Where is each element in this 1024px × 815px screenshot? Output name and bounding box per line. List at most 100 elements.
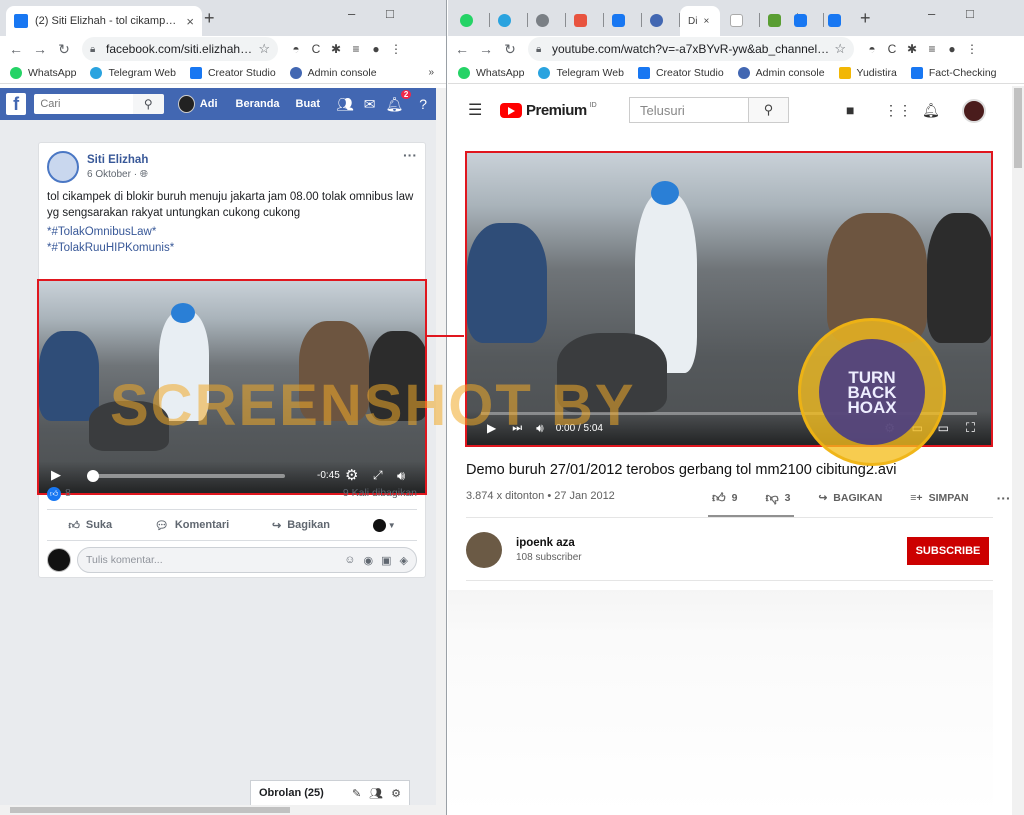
camera-icon[interactable]: ◉ — [364, 554, 374, 567]
bookmark-admin-console[interactable]: Admin console — [289, 66, 377, 79]
contacts-icon[interactable]: 👥︎ — [369, 787, 383, 800]
like-button[interactable]: 👍︎ Suka — [68, 519, 112, 532]
tab-youtube-active[interactable]: Di × — [680, 6, 720, 36]
gear-icon[interactable]: ⚙ — [391, 787, 401, 800]
fullscreen-icon[interactable]: ⤢ — [373, 468, 383, 483]
close-tab-icon[interactable]: × — [186, 14, 194, 29]
menu-icon[interactable]: ⋮ — [962, 42, 982, 56]
extension-c-icon[interactable]: C — [882, 42, 902, 56]
post-author[interactable]: Siti Elizhah — [87, 154, 148, 166]
extension-c-icon[interactable]: C — [306, 42, 326, 56]
friends-icon[interactable]: 👥︎ — [336, 96, 354, 113]
media-icon[interactable]: ≡ — [922, 42, 942, 56]
bookmark-creator-studio[interactable]: Creator Studio — [189, 66, 276, 79]
share-button[interactable]: ↪ Bagikan — [272, 519, 330, 532]
bookmark-whatsapp[interactable]: WhatsApp — [10, 66, 76, 79]
tab-generic[interactable] — [642, 10, 680, 30]
menu-icon[interactable]: ⋮ — [386, 42, 406, 56]
tab-generic[interactable] — [528, 10, 566, 30]
volume-icon[interactable]: 🔊︎ — [397, 468, 405, 484]
minimize-button[interactable]: – — [928, 6, 935, 21]
back-icon[interactable]: ← — [450, 41, 474, 57]
profile-icon[interactable]: ● — [366, 42, 386, 56]
create-video-icon[interactable]: ■ — [846, 102, 854, 118]
tab-whatsapp[interactable] — [452, 10, 490, 30]
emoji-icon[interactable]: ☺ — [344, 554, 355, 566]
vertical-scrollbar[interactable] — [436, 88, 446, 815]
shares-count[interactable]: 9 Kali dibagikan — [343, 487, 417, 501]
hashtag-link[interactable]: *#TolakOmnibusLaw* — [47, 224, 419, 240]
bookmark-star-icon[interactable]: ☆ — [258, 41, 270, 57]
facebook-logo-icon[interactable]: f — [6, 93, 27, 115]
bookmarks-more-button[interactable]: » — [428, 67, 434, 78]
fullscreen-icon[interactable]: ⛶ — [966, 420, 975, 436]
forward-icon[interactable]: → — [28, 41, 52, 57]
help-icon[interactable]: ? — [419, 96, 427, 112]
dislike-button[interactable]: 👎︎ 3 — [765, 490, 804, 506]
settings-gear-icon[interactable]: ⚙ — [345, 466, 358, 484]
post-date[interactable]: 6 Oktober · 🌐︎ — [87, 169, 148, 180]
extensions-puzzle-icon[interactable]: ✱ — [326, 42, 346, 56]
play-icon[interactable]: ▶ — [51, 467, 61, 483]
hashtag-link[interactable]: *#TolakRuuHIPKomunis* — [47, 240, 419, 256]
comment-button[interactable]: 💬︎ Komentari — [155, 519, 229, 532]
reactions-count[interactable]: 👍︎ 8 — [47, 487, 71, 501]
horizontal-scrollbar[interactable] — [0, 805, 436, 815]
tab-facebook[interactable] — [786, 10, 824, 30]
avatar[interactable] — [962, 99, 986, 123]
avatar[interactable] — [178, 95, 195, 113]
bookmark-telegram[interactable]: Telegram Web — [90, 66, 176, 79]
extension-mask-icon[interactable]: ◓ — [286, 42, 306, 56]
gif-icon[interactable]: ▣ — [381, 554, 391, 567]
maximize-button[interactable]: □ — [386, 6, 394, 21]
close-tab-icon[interactable]: × — [703, 16, 709, 27]
sticker-icon[interactable]: ◈ — [400, 554, 408, 567]
media-icon[interactable]: ≡ — [346, 42, 366, 56]
author-avatar[interactable] — [47, 151, 79, 183]
tab-telegram[interactable] — [490, 10, 528, 30]
messenger-icon[interactable]: ✉ — [364, 96, 376, 113]
save-button[interactable]: ≡+ SIMPAN — [910, 492, 982, 504]
bookmark-telegram[interactable]: Telegram Web — [538, 66, 624, 79]
tab-facebook-post[interactable]: (2) Siti Elizhah - tol cikampek di bloki… — [6, 6, 202, 36]
notifications-icon[interactable]: 🔔︎ 2 — [386, 89, 412, 113]
more-options-icon[interactable]: ··· — [403, 147, 417, 163]
extensions-puzzle-icon[interactable]: ✱ — [902, 42, 922, 56]
bookmark-creator-studio[interactable]: Creator Studio — [637, 66, 724, 79]
search-icon[interactable]: ⚲ — [132, 94, 165, 114]
reload-icon[interactable]: ↻ — [52, 41, 76, 58]
yt-search-input[interactable]: Telusuri — [629, 97, 749, 123]
new-tab-button[interactable]: + — [860, 8, 871, 29]
back-icon[interactable]: ← — [4, 41, 28, 57]
profile-icon[interactable]: ● — [942, 42, 962, 56]
video-progress-bar[interactable] — [86, 470, 285, 482]
new-tab-button[interactable]: + — [204, 8, 215, 29]
profile-link[interactable]: Adi — [200, 98, 218, 110]
subscribe-button[interactable]: SUBSCRIBE — [907, 537, 989, 565]
bookmark-fact-checking[interactable]: Fact-Checking — [910, 66, 997, 79]
theater-mode-icon[interactable]: ▭ — [938, 421, 949, 435]
bookmark-whatsapp[interactable]: WhatsApp — [458, 66, 524, 79]
tab-facebook[interactable] — [604, 10, 642, 30]
tab-facebook[interactable] — [820, 10, 858, 30]
channel-avatar[interactable] — [466, 532, 502, 568]
hamburger-menu-icon[interactable]: ☰ — [468, 100, 484, 120]
more-actions-icon[interactable]: ··· — [997, 490, 1011, 506]
minimize-button[interactable]: – — [348, 6, 355, 21]
address-bar[interactable]: 🔒︎ facebook.com/siti.elizhah/p... ☆ — [82, 37, 278, 61]
tab-generic[interactable] — [566, 10, 604, 30]
apps-grid-icon[interactable]: ⋮⋮ — [884, 102, 912, 119]
extension-mask-icon[interactable]: ◓ — [862, 42, 882, 56]
notifications-bell-icon[interactable]: 🔔︎ — [922, 102, 940, 119]
chat-bar[interactable]: Obrolan (25) ✎ 👥︎ ⚙ — [250, 780, 410, 806]
channel-name[interactable]: ipoenk aza — [516, 537, 575, 549]
nav-home[interactable]: Beranda — [236, 98, 280, 110]
address-bar[interactable]: 🔒︎ youtube.com/watch?v=-a7xBYvR-yw&ab_ch… — [528, 37, 854, 61]
reaction-avatar-selector[interactable]: ▼ — [372, 518, 396, 532]
like-button[interactable]: 👍︎ 9 — [712, 490, 751, 506]
bookmark-star-icon[interactable]: ☆ — [834, 41, 846, 57]
youtube-premium-logo[interactable]: Premium ID — [500, 102, 597, 119]
maximize-button[interactable]: □ — [966, 6, 974, 21]
new-message-icon[interactable]: ✎ — [352, 787, 361, 800]
bookmark-admin-console[interactable]: Admin console — [737, 66, 825, 79]
